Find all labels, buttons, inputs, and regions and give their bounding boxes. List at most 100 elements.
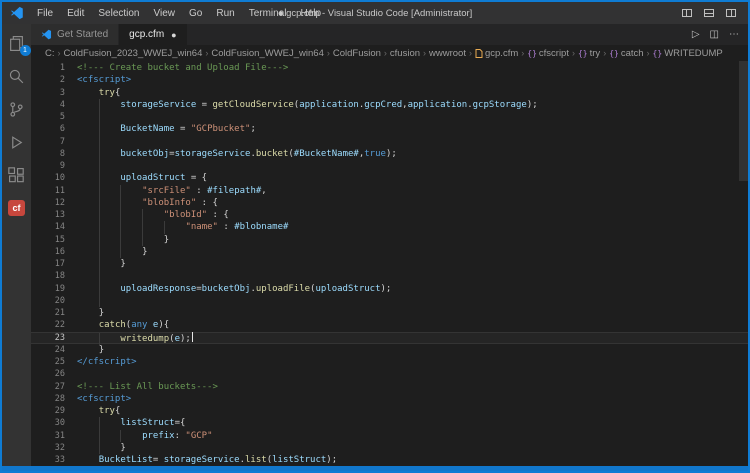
breadcrumb: C:›ColdFusion_2023_WWEJ_win64›ColdFusion… <box>31 45 748 61</box>
code-line-18[interactable]: 18 <box>31 270 748 282</box>
breadcrumb-item[interactable]: ColdFusion <box>333 48 381 59</box>
menu-item-run[interactable]: Run <box>209 8 241 19</box>
run-icon[interactable]: ▷ <box>692 30 700 40</box>
code-line-31[interactable]: 31 prefix: "GCP" <box>31 430 748 442</box>
code-line-28[interactable]: 28<cfscript> <box>31 393 748 405</box>
tab-gcp-cfm[interactable]: gcp.cfm● <box>119 24 187 45</box>
code-text: } <box>65 258 126 270</box>
coldfusion-icon[interactable]: cf <box>5 196 29 220</box>
explorer-icon[interactable]: 1 <box>5 31 29 55</box>
status-bar[interactable] <box>2 466 748 471</box>
menu-item-file[interactable]: File <box>30 8 60 19</box>
editor-actions: ▷ ◫ ⋯ <box>692 24 748 45</box>
split-editor-icon[interactable]: ◫ <box>710 30 719 40</box>
code-line-1[interactable]: 1<!--- Create bucket and Upload File---> <box>31 62 748 74</box>
more-actions-icon[interactable]: ⋯ <box>729 30 739 40</box>
code-line-22[interactable]: 22 catch(any e){ <box>31 319 748 331</box>
code-text: <!--- List All buckets---> <box>65 381 218 393</box>
code-line-25[interactable]: 25</cfscript> <box>31 356 748 368</box>
menu-item-view[interactable]: View <box>147 8 183 19</box>
code-line-14[interactable]: 14 "name" : #blobname# <box>31 221 748 233</box>
code-line-15[interactable]: 15 } <box>31 234 748 246</box>
code-line-4[interactable]: 4 storageService = getCloudService(appli… <box>31 99 748 111</box>
source-control-icon[interactable] <box>5 97 29 121</box>
code-line-29[interactable]: 29 try{ <box>31 405 748 417</box>
token: = <box>153 455 164 465</box>
breadcrumb-item[interactable]: gcp.cfm <box>475 48 518 59</box>
run-debug-icon[interactable] <box>5 130 29 154</box>
indent-guide <box>99 270 121 282</box>
indent-guide <box>99 258 121 270</box>
code-line-27[interactable]: 27<!--- List All buckets---> <box>31 381 748 393</box>
menu-item-terminal[interactable]: Terminal <box>242 8 294 19</box>
code-line-16[interactable]: 16 } <box>31 246 748 258</box>
toggle-panel-icon[interactable] <box>704 9 714 17</box>
code-line-10[interactable]: 10 uploadStruct = { <box>31 172 748 184</box>
code-line-20[interactable]: 20 <box>31 295 748 307</box>
code-line-19[interactable]: 19 uploadResponse=bucketObj.uploadFile(u… <box>31 283 748 295</box>
code-line-26[interactable]: 26 <box>31 368 748 380</box>
menu-item-help[interactable]: Help <box>294 8 329 19</box>
code-line-24[interactable]: 24 } <box>31 344 748 356</box>
code-line-32[interactable]: 32 } <box>31 442 748 454</box>
code-line-8[interactable]: 8 bucketObj=storageService.bucket(#Bucke… <box>31 148 748 160</box>
code-line-5[interactable]: 5 <box>31 111 748 123</box>
indent-guide <box>99 172 121 184</box>
breadcrumb-item[interactable]: {}WRITEDUMP <box>653 48 723 59</box>
breadcrumb-label: WRITEDUMP <box>664 48 723 59</box>
breadcrumb-item[interactable]: C: <box>45 48 55 59</box>
breadcrumb-label: wwwroot <box>429 48 466 59</box>
toggle-sidebar-icon[interactable] <box>682 9 692 17</box>
code-line-7[interactable]: 7 <box>31 136 748 148</box>
scrollbar-thumb[interactable] <box>739 61 748 181</box>
code-line-3[interactable]: 3 try{ <box>31 87 748 99</box>
code-line-21[interactable]: 21 } <box>31 307 748 319</box>
indent-guide <box>77 197 99 209</box>
token: "srcFile" <box>142 186 191 196</box>
breadcrumb-item[interactable]: {}catch <box>609 48 643 59</box>
code-text: <!--- Create bucket and Upload File---> <box>65 62 288 74</box>
code-text: "blobId" : { <box>65 209 229 221</box>
menu-item-edit[interactable]: Edit <box>60 8 91 19</box>
code-editor[interactable]: 1<!--- Create bucket and Upload File--->… <box>31 61 748 466</box>
customize-layout-icon[interactable] <box>726 9 736 17</box>
code-line-23[interactable]: 23 writedump(e); <box>31 332 748 344</box>
indent-guide <box>77 405 99 417</box>
indent-guide <box>77 283 99 295</box>
token: } <box>120 259 125 269</box>
code-line-11[interactable]: 11 "srcFile" : #filepath#, <box>31 185 748 197</box>
breadcrumb-item[interactable]: cfusion <box>390 48 420 59</box>
breadcrumb-item[interactable]: {}cfscript <box>527 48 569 59</box>
search-icon[interactable] <box>5 64 29 88</box>
code-line-33[interactable]: 33 BucketList= storageService.list(listS… <box>31 454 748 466</box>
token: ){ <box>158 320 169 330</box>
indent-guide <box>99 123 121 135</box>
breadcrumb-item[interactable]: wwwroot <box>429 48 466 59</box>
code-line-17[interactable]: 17 } <box>31 258 748 270</box>
menu-item-go[interactable]: Go <box>182 8 209 19</box>
code-text: try{ <box>65 87 120 99</box>
menu-item-selection[interactable]: Selection <box>91 8 146 19</box>
indent-guide <box>99 185 121 197</box>
code-line-12[interactable]: 12 "blobInfo" : { <box>31 197 748 209</box>
symbol-icon: {} <box>527 49 537 58</box>
token: bucketObj <box>202 284 251 294</box>
breadcrumb-item[interactable]: {}try <box>578 48 600 59</box>
token: ; <box>250 124 255 134</box>
token: } <box>142 247 147 257</box>
line-number: 30 <box>31 417 65 429</box>
breadcrumb-item[interactable]: ColdFusion_WWEJ_win64 <box>211 48 323 59</box>
code-line-13[interactable]: 13 "blobId" : { <box>31 209 748 221</box>
line-number: 9 <box>31 160 65 172</box>
code-line-9[interactable]: 9 <box>31 160 748 172</box>
line-number: 25 <box>31 356 65 368</box>
code-line-6[interactable]: 6 BucketName = "GCPbucket"; <box>31 123 748 135</box>
code-line-30[interactable]: 30 listStruct={ <box>31 417 748 429</box>
tab-get-started[interactable]: Get Started <box>31 24 119 45</box>
modified-dot-icon[interactable]: ● <box>171 30 176 40</box>
extensions-icon[interactable] <box>5 163 29 187</box>
code-line-2[interactable]: 2<cfscript> <box>31 74 748 86</box>
file-icon <box>475 49 483 58</box>
breadcrumb-item[interactable]: ColdFusion_2023_WWEJ_win64 <box>64 48 203 59</box>
line-number: 8 <box>31 148 65 160</box>
